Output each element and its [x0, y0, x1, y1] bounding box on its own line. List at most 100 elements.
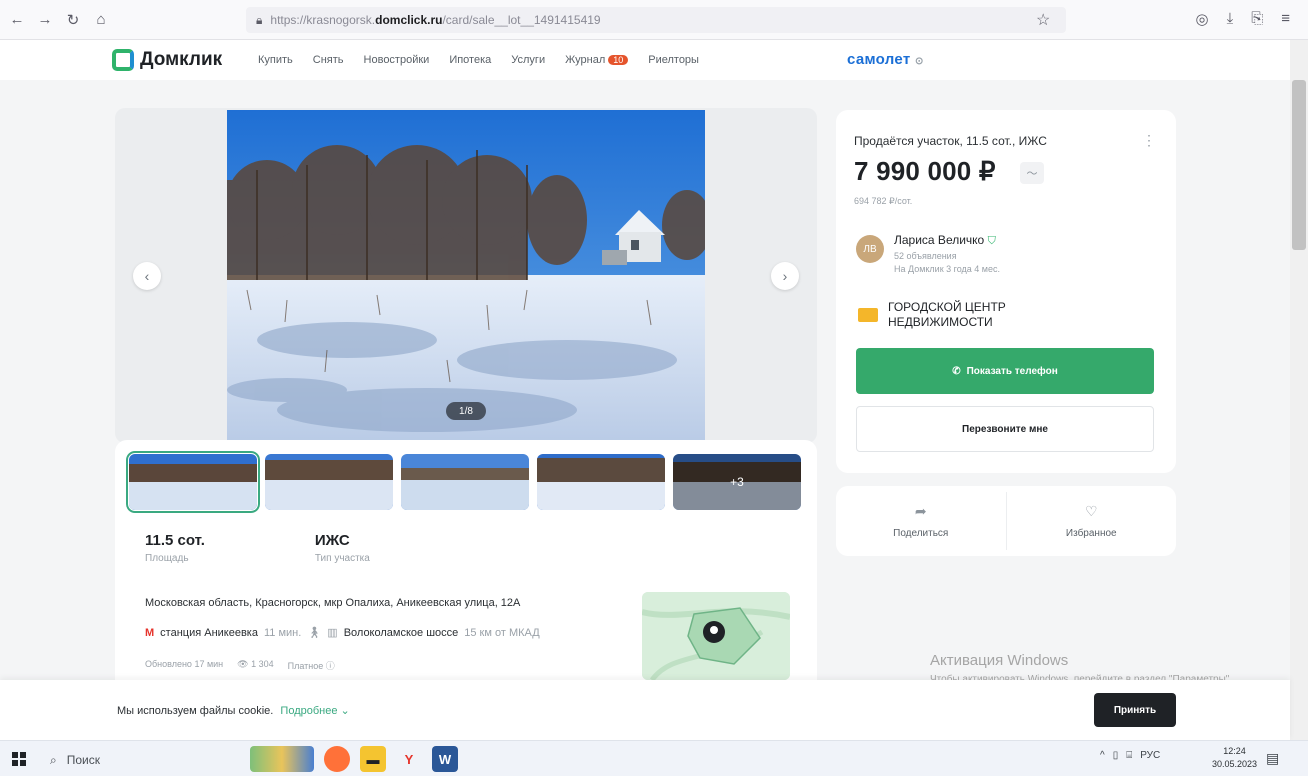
windows-start-icon[interactable]	[12, 752, 26, 766]
accept-cookies-button[interactable]: Принять	[1094, 693, 1176, 727]
agent-info[interactable]: ЛВ Лариса Величко ⛉ 52 объявления На Дом…	[856, 233, 1000, 274]
main-photo[interactable]	[227, 110, 705, 443]
favorite-button[interactable]: ♡ Избранное	[1007, 486, 1177, 556]
walk-icon: 🚶︎	[307, 627, 322, 639]
next-photo-button[interactable]: ›	[771, 262, 799, 290]
thumbnail[interactable]	[537, 454, 665, 510]
address[interactable]: Московская область, Красногорск, мкр Опа…	[145, 597, 520, 609]
taskbar-apps: ▬ Y W	[250, 746, 458, 772]
reload-icon[interactable]: ↻	[62, 9, 84, 31]
favorite-label: Избранное	[1065, 528, 1117, 539]
more-options-icon[interactable]: ⋮	[1142, 132, 1156, 149]
firefox-icon[interactable]	[324, 746, 350, 772]
language-indicator[interactable]: РУС	[1140, 750, 1160, 761]
location-map[interactable]	[642, 592, 790, 680]
thumbnail-image	[265, 454, 393, 510]
thumbnail-image	[129, 454, 257, 510]
notifications-icon[interactable]: ▤	[1266, 750, 1279, 767]
fact-label: Площадь	[145, 553, 189, 564]
highway-name[interactable]: Волоколамское шоссе	[344, 627, 459, 639]
nav-services[interactable]: Услуги	[511, 54, 545, 66]
taskbar-widget-icon[interactable]	[250, 746, 314, 772]
info-icon[interactable]: ⓘ	[326, 661, 335, 671]
share-label: Поделиться	[893, 528, 949, 539]
extensions-icon[interactable]: ⎘	[1251, 10, 1263, 28]
clock[interactable]: 12:24 30.05.2023	[1212, 745, 1257, 771]
clock-time: 12:24	[1223, 746, 1246, 756]
share-button[interactable]: ➦ Поделиться	[836, 486, 1006, 556]
page-scrollbar-thumb[interactable]	[1292, 80, 1306, 250]
browser-toolbar: ← → ↻ ⌂ 🔒︎ https://krasnogorsk. domclick.…	[0, 0, 1308, 40]
offer-price: 7 990 000 ₽	[854, 156, 996, 186]
partner-logo[interactable]: самолет ⊙	[847, 51, 924, 68]
thumbnail[interactable]: +3	[673, 454, 801, 510]
main-nav: Купить Снять Новостройки Ипотека Услуги …	[258, 54, 699, 66]
cookie-more-link[interactable]: Подробнее ⌄	[280, 705, 349, 717]
journal-badge: 10	[608, 55, 629, 65]
nav-journal[interactable]: Журнал 10	[565, 54, 629, 66]
map-image	[642, 592, 790, 680]
cookie-text-row: Мы используем файлы cookie. Подробнее ⌄	[117, 704, 350, 717]
thumbnail-strip: +3	[126, 451, 801, 513]
forward-icon[interactable]: →	[34, 9, 56, 31]
pocket-icon[interactable]: ◎	[1195, 10, 1208, 28]
price-history-icon[interactable]: 〜	[1020, 162, 1044, 184]
search-icon: ⌕	[50, 752, 57, 767]
cookie-banner: Мы используем файлы cookie. Подробнее ⌄ …	[0, 680, 1290, 740]
agency-name: Городской центр недвижимости	[888, 300, 1006, 330]
battery-icon[interactable]: ▯	[1113, 750, 1119, 761]
fact-value: ИЖС	[314, 532, 350, 549]
file-explorer-icon[interactable]: ▬	[360, 746, 386, 772]
download-icon[interactable]: ⤓	[1227, 10, 1234, 28]
offer-title: Продаётся участок, 11.5 сот., ИЖС	[854, 134, 1047, 148]
prev-photo-button[interactable]: ‹	[133, 262, 161, 290]
thumbnail[interactable]	[265, 454, 393, 510]
taskbar-search[interactable]: ⌕ Поиск	[50, 749, 240, 771]
address-bar[interactable]: 🔒︎ https://krasnogorsk. domclick.ru/card/…	[246, 7, 1066, 33]
agent-listings: 52 объявления	[894, 251, 957, 261]
browser-toolbar-icons: ◎ ⤓ ⎘ ≡	[1195, 10, 1290, 28]
fact-land-type: ИЖС Тип участка	[315, 532, 370, 564]
nav-new-buildings[interactable]: Новостройки	[364, 54, 430, 66]
nav-rent[interactable]: Снять	[313, 54, 344, 66]
nav-mortgage[interactable]: Ипотека	[449, 54, 491, 66]
home-icon[interactable]: ⌂	[90, 9, 112, 31]
chevron-down-icon: ⌄	[340, 705, 350, 717]
paid-text: Платное	[287, 661, 324, 671]
nav-buy[interactable]: Купить	[258, 54, 293, 66]
photo-gallery: ‹ ›	[115, 108, 817, 443]
word-icon[interactable]: W	[432, 746, 458, 772]
nav-realtors[interactable]: Риелторы	[648, 54, 699, 66]
callback-button[interactable]: Перезвоните мне	[856, 406, 1154, 452]
domclick-logo[interactable]: Домклик	[112, 49, 222, 71]
views-value: 1 304	[251, 659, 274, 669]
agency-info[interactable]: Городской центр недвижимости	[858, 300, 1006, 330]
yandex-browser-icon[interactable]: Y	[396, 746, 422, 772]
url-suffix: /card/sale__lot__1491415419	[442, 13, 601, 27]
avatar: ЛВ	[856, 235, 884, 263]
menu-icon[interactable]: ≡	[1281, 10, 1290, 28]
show-phone-button[interactable]: ✆ Показать телефон	[856, 348, 1154, 394]
thumbnail-image	[537, 454, 665, 510]
activation-title: Активация Windows	[930, 652, 1069, 669]
url-prefix: https://krasnogorsk.	[270, 13, 376, 27]
agency-logo-icon	[858, 308, 878, 322]
network-icon[interactable]: ⌸	[1126, 750, 1132, 761]
fact-area: 11.5 сот. Площадь	[145, 532, 205, 564]
fact-value: 11.5 сот.	[145, 532, 205, 549]
site-header: Домклик Купить Снять Новостройки Ипотека…	[0, 40, 1290, 80]
key-facts: 11.5 сот. Площадь ИЖС Тип участка	[145, 532, 370, 564]
lock-icon: 🔒︎	[256, 12, 263, 27]
phone-icon: ✆	[952, 365, 961, 377]
highway-icon: ▥	[327, 627, 338, 639]
back-icon[interactable]: ←	[6, 9, 28, 31]
tray-chevron-icon[interactable]: ^	[1100, 750, 1105, 761]
thumbnail[interactable]	[401, 454, 529, 510]
system-tray: ^ ▯ ⌸ РУС	[1100, 750, 1160, 761]
bookmark-star-icon[interactable]: ☆	[1036, 10, 1050, 30]
url-domain: domclick.ru	[375, 13, 443, 27]
show-phone-label: Показать телефон	[966, 365, 1058, 377]
metro-station[interactable]: станция Аникеевка	[160, 627, 258, 639]
agent-details: Лариса Величко ⛉ 52 объявления На Домкли…	[894, 233, 1000, 274]
thumbnail[interactable]	[126, 451, 260, 513]
